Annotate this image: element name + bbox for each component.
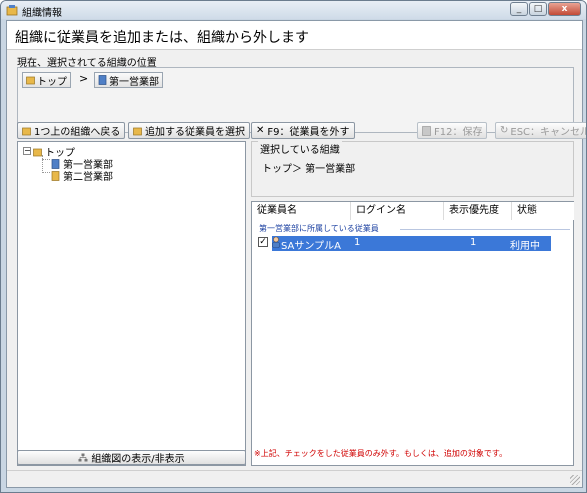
selected-group-path: トップ＞ 第一営業部 <box>262 164 356 175</box>
cancel-button[interactable]: ↻ ESC：キャンセル <box>495 122 587 139</box>
close-icon: x <box>561 4 568 14</box>
instruction-note: ※上記、チェックをした従業員のみ外す。もしくは、追加の対象です。 <box>254 449 508 458</box>
tree-connector <box>42 159 50 160</box>
header: 組織に従業員を追加または、組織から外します <box>7 21 582 50</box>
folder-up-icon <box>22 127 31 135</box>
page-title: 組織に従業員を追加または、組織から外します <box>15 30 309 46</box>
cell-priority: 1 <box>470 237 477 248</box>
table-row[interactable]: SAサンプルA 1 1 利用中 <box>272 236 551 252</box>
window-title: 組織情報 <box>22 8 62 19</box>
minimize-icon: _ <box>516 4 522 14</box>
column-header-priority[interactable]: 表示優先度 <box>444 202 512 220</box>
tree-connector <box>42 172 50 173</box>
tree-node-second-sales[interactable]: 第二営業部 <box>51 168 113 183</box>
client-area: 組織に従業員を追加または、組織から外します 現在、選択されてる組織の位置 トップ… <box>6 20 586 488</box>
breadcrumb-separator: > <box>79 72 89 85</box>
tree-node-label: 第二営業部 <box>63 172 113 183</box>
save-label: F12：保存 <box>434 127 483 138</box>
collapse-toggle[interactable]: − <box>23 147 31 155</box>
remove-icon: ✕ <box>256 125 265 136</box>
cancel-label: ESC：キャンセル <box>510 127 587 138</box>
org-chart-toggle-button[interactable]: 組織図の表示/非表示 <box>17 450 246 465</box>
save-button[interactable]: F12：保存 <box>417 122 488 139</box>
cell-name: SAサンプルA <box>281 241 341 252</box>
organization-tree[interactable]: − トップ 第一営業部 第二営業部 <box>17 141 246 466</box>
cell-status: 利用中 <box>510 241 540 252</box>
selected-group-box: 選択している組織 トップ＞ 第一営業部 <box>251 141 574 197</box>
resize-grip-icon[interactable] <box>570 475 580 485</box>
employee-list[interactable]: 従業員名 ログイン名 表示優先度 状態 第一営業部に所属している従業員 ✓ SA… <box>251 201 574 466</box>
cancel-icon: ↻ <box>500 125 509 136</box>
folder-icon <box>33 148 42 156</box>
window: 組織情報 _ □ x 組織に従業員を追加または、組織から外します 現在、選択され… <box>0 0 587 493</box>
cell-login: 1 <box>354 237 361 248</box>
book-icon <box>98 75 107 85</box>
select-employee-label: 追加する従業員を選択 <box>145 127 245 138</box>
status-bar <box>7 470 582 487</box>
maximize-button[interactable]: □ <box>529 2 547 16</box>
save-icon <box>422 125 431 136</box>
go-up-label: 1つ上の組織へ戻る <box>34 127 121 138</box>
book-icon <box>51 158 60 169</box>
remove-employee-button[interactable]: ✕ F9：従業員を外す <box>251 122 355 139</box>
go-up-button[interactable]: 1つ上の組織へ戻る <box>17 122 126 139</box>
group-caption: 第一営業部に所属している従業員 <box>259 224 379 233</box>
selected-group-legend: 選択している組織 <box>258 141 342 156</box>
folder-icon <box>51 170 60 181</box>
breadcrumb-label: トップ <box>37 76 67 88</box>
org-chart-icon <box>78 453 88 462</box>
column-header-status[interactable]: 状態 <box>512 202 574 220</box>
person-icon <box>272 236 280 248</box>
folder-icon <box>26 76 35 85</box>
remove-employee-label: F9：従業員を外す <box>267 127 350 138</box>
column-header-name[interactable]: 従業員名 <box>252 202 351 220</box>
breadcrumb-top[interactable]: トップ <box>22 72 71 88</box>
minimize-button[interactable]: _ <box>510 2 528 16</box>
add-user-icon <box>133 127 142 135</box>
breadcrumb-first-sales[interactable]: 第一営業部 <box>94 72 163 88</box>
column-header-login[interactable]: ログイン名 <box>351 202 444 220</box>
select-employee-button[interactable]: 追加する従業員を選択 <box>128 122 250 139</box>
close-button[interactable]: x <box>548 2 581 16</box>
maximize-icon: □ <box>533 4 543 14</box>
app-icon <box>6 5 18 16</box>
org-chart-toggle-label: 組織図の表示/非表示 <box>91 454 185 465</box>
group-caption-divider <box>400 229 570 230</box>
row-checkbox[interactable]: ✓ <box>258 237 268 247</box>
breadcrumb-label: 第一営業部 <box>109 76 159 88</box>
title-bar[interactable]: 組織情報 _ □ x <box>1 1 586 19</box>
